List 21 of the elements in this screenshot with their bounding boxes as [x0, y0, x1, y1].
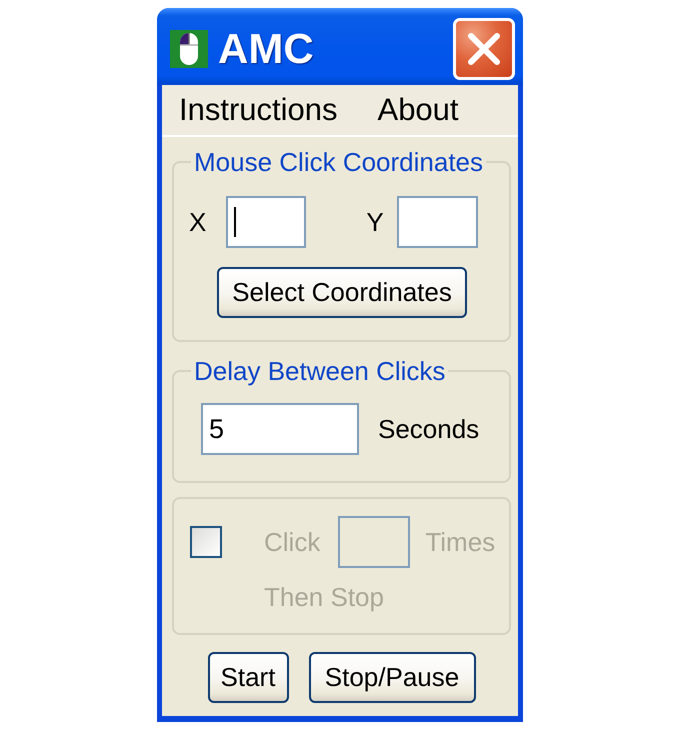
action-button[interactable]: Start	[208, 652, 288, 703]
menu-item[interactable]: Instructions	[170, 93, 347, 127]
field-label: X	[189, 207, 206, 237]
times-label: Times	[425, 527, 496, 557]
action-button[interactable]: Stop/Pause	[308, 652, 476, 703]
then-stop-label: Then Stop	[264, 582, 385, 612]
group-title: Delay Between Clicks	[193, 357, 446, 385]
coordinate-field[interactable]	[396, 196, 478, 248]
text-cursor	[234, 207, 236, 237]
mouse-icon	[170, 30, 208, 68]
menu-item[interactable]: About	[368, 93, 468, 127]
delay-field[interactable]: 5	[201, 403, 359, 455]
unit-label: Seconds	[378, 414, 480, 444]
close-icon	[467, 32, 501, 66]
coordinate-field[interactable]	[226, 196, 306, 248]
field-label: Y	[366, 207, 384, 237]
window-title: AMC	[218, 26, 314, 72]
select-coordinates-button[interactable]: Select Coordinates	[217, 267, 467, 318]
click-label: Click	[264, 527, 320, 557]
group-title: Mouse Click Coordinates	[193, 148, 484, 176]
close-button[interactable]	[453, 18, 515, 80]
